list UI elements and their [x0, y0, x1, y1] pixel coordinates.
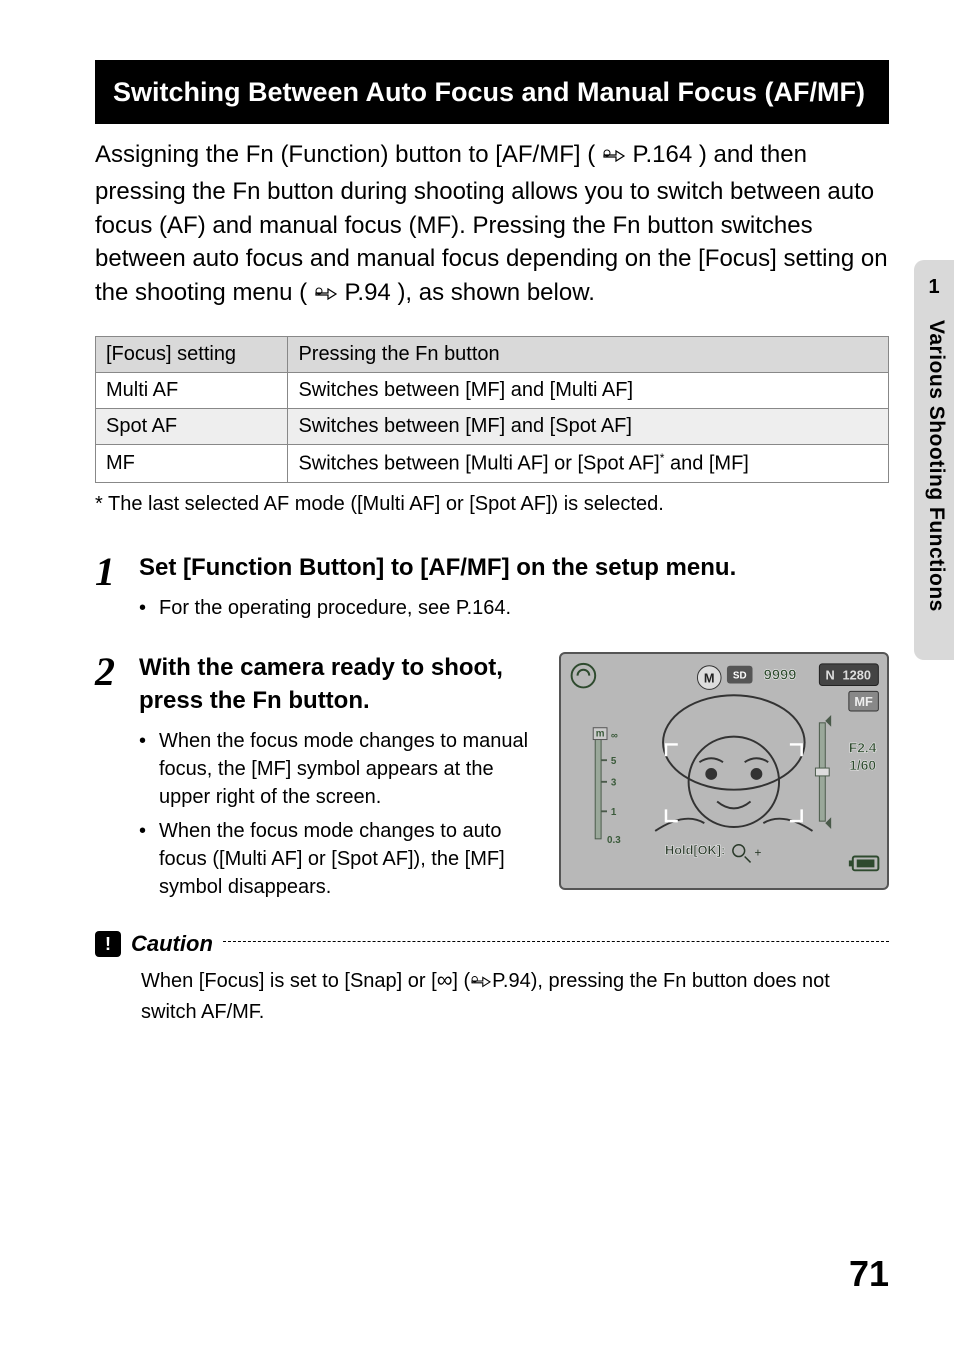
table-row: MF Switches between [Multi AF] or [Spot … — [96, 445, 889, 483]
sd-label: SD — [733, 671, 747, 682]
scale-infinity: ∞ — [611, 731, 618, 742]
step-number: 1 — [95, 552, 139, 628]
shutter-value: 1/60 — [849, 758, 876, 773]
scale-5: 5 — [611, 757, 617, 768]
mode-dial-icon: M — [697, 666, 721, 690]
caution-ref: P.94 — [492, 970, 531, 992]
scale-1: 1 — [611, 808, 617, 819]
step-title: Set [Function Button] to [AF/MF] on the … — [139, 552, 889, 584]
intro-paragraph: Assigning the Fn (Function) button to [A… — [95, 138, 889, 312]
side-tab-label: Various Shooting Functions — [924, 320, 948, 612]
caution-mid: ] ( — [452, 970, 470, 992]
step-number: 2 — [95, 652, 139, 907]
step-bullet: When the focus mode changes to auto focu… — [139, 817, 535, 901]
step-1: 1 Set [Function Button] to [AF/MF] on th… — [95, 552, 889, 628]
page-number: 71 — [849, 1253, 889, 1295]
step-body: With the camera ready to shoot, press th… — [139, 652, 889, 907]
cell-effect: Switches between [Multi AF] or [Spot AF]… — [288, 445, 889, 483]
hold-ok-label: Hold[OK]: — [665, 843, 725, 858]
intro-seg3: ), as shown below. — [397, 279, 594, 306]
cell-setting: Multi AF — [96, 373, 288, 409]
cell-setting: MF — [96, 445, 288, 483]
mode-label: M — [704, 671, 715, 686]
scale-3: 3 — [611, 778, 617, 789]
hand-pointer-icon — [314, 279, 338, 313]
cell-effect: Switches between [MF] and [Spot AF] — [288, 409, 889, 445]
scale-03: 0.3 — [607, 835, 621, 846]
step-bullet: When the focus mode changes to manual fo… — [139, 727, 535, 811]
camera-lcd-preview: M SD 9999 N 1280 MF F2.4 — [559, 652, 889, 890]
page: Switching Between Auto Focus and Manual … — [0, 0, 954, 1345]
caution-heading-row: ! Caution — [95, 931, 889, 957]
n-label: N — [826, 668, 835, 683]
table-row: Spot AF Switches between [MF] and [Spot … — [96, 409, 889, 445]
infinity-symbol: ∞ — [437, 967, 453, 992]
hand-pointer-icon — [602, 141, 626, 175]
caution-body: When [Focus] is set to [Snap] or [∞] ( P.… — [95, 965, 889, 1026]
svg-text:+: + — [754, 847, 761, 860]
caution-icon: ! — [95, 931, 121, 957]
intro-ref1: P.164 — [633, 141, 693, 168]
table-header-row: [Focus] setting Pressing the Fn button — [96, 337, 889, 373]
step-bullet: For the operating procedure, see P.164. — [139, 594, 889, 622]
step-body: Set [Function Button] to [AF/MF] on the … — [139, 552, 889, 628]
aperture-value: F2.4 — [849, 741, 877, 756]
shots-remaining: 9999 — [764, 668, 797, 684]
cell-effect-post: and [MF] — [664, 453, 748, 475]
table-footnote: * The last selected AF mode ([Multi AF] … — [95, 493, 889, 516]
size-label: 1280 — [843, 668, 871, 683]
steps-list: 1 Set [Function Button] to [AF/MF] on th… — [95, 552, 889, 907]
mf-badge: MF — [854, 695, 873, 710]
col-fn-effect: Pressing the Fn button — [288, 337, 889, 373]
focus-mapping-table: [Focus] setting Pressing the Fn button M… — [95, 336, 889, 483]
caution-label: Caution — [131, 931, 213, 957]
step-2: 2 With the camera ready to shoot, press … — [95, 652, 889, 907]
intro-seg1: Assigning the Fn (Function) button to [A… — [95, 141, 595, 168]
section-heading: Switching Between Auto Focus and Manual … — [95, 60, 889, 124]
cell-effect-pre: Switches between [Multi AF] or [Spot AF] — [298, 453, 659, 475]
cell-setting: Spot AF — [96, 409, 288, 445]
side-tab-number: 1 — [928, 276, 939, 299]
hand-pointer-icon — [470, 970, 492, 998]
caution-rule — [223, 941, 889, 942]
step-title: With the camera ready to shoot, press th… — [139, 652, 535, 717]
intro-ref2: P.94 — [344, 279, 390, 306]
scale-m-label: m — [596, 729, 605, 740]
col-focus-setting: [Focus] setting — [96, 337, 288, 373]
cell-effect: Switches between [MF] and [Multi AF] — [288, 373, 889, 409]
table-row: Multi AF Switches between [MF] and [Mult… — [96, 373, 889, 409]
caution-pre: When [Focus] is set to [Snap] or [ — [141, 970, 437, 992]
